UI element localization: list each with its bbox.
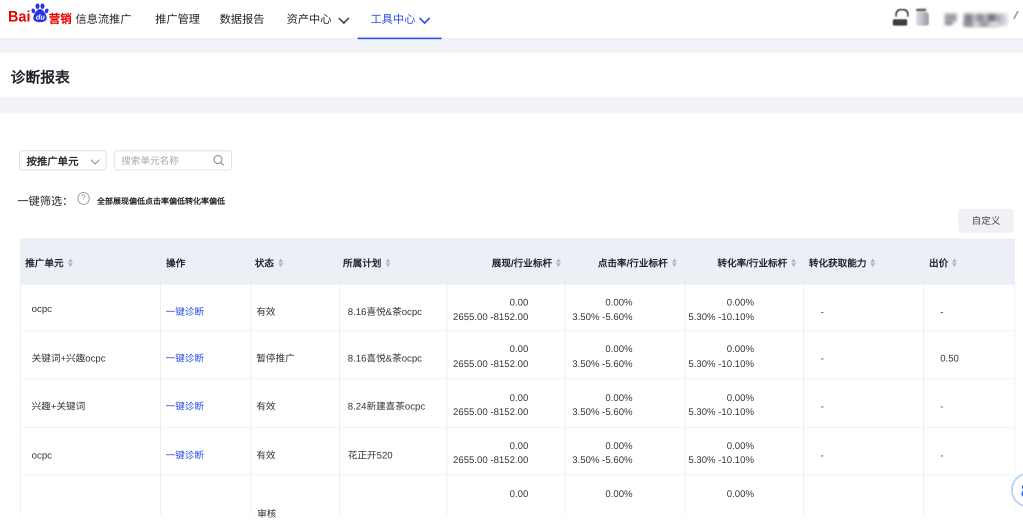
svg-text:du: du (36, 13, 45, 21)
